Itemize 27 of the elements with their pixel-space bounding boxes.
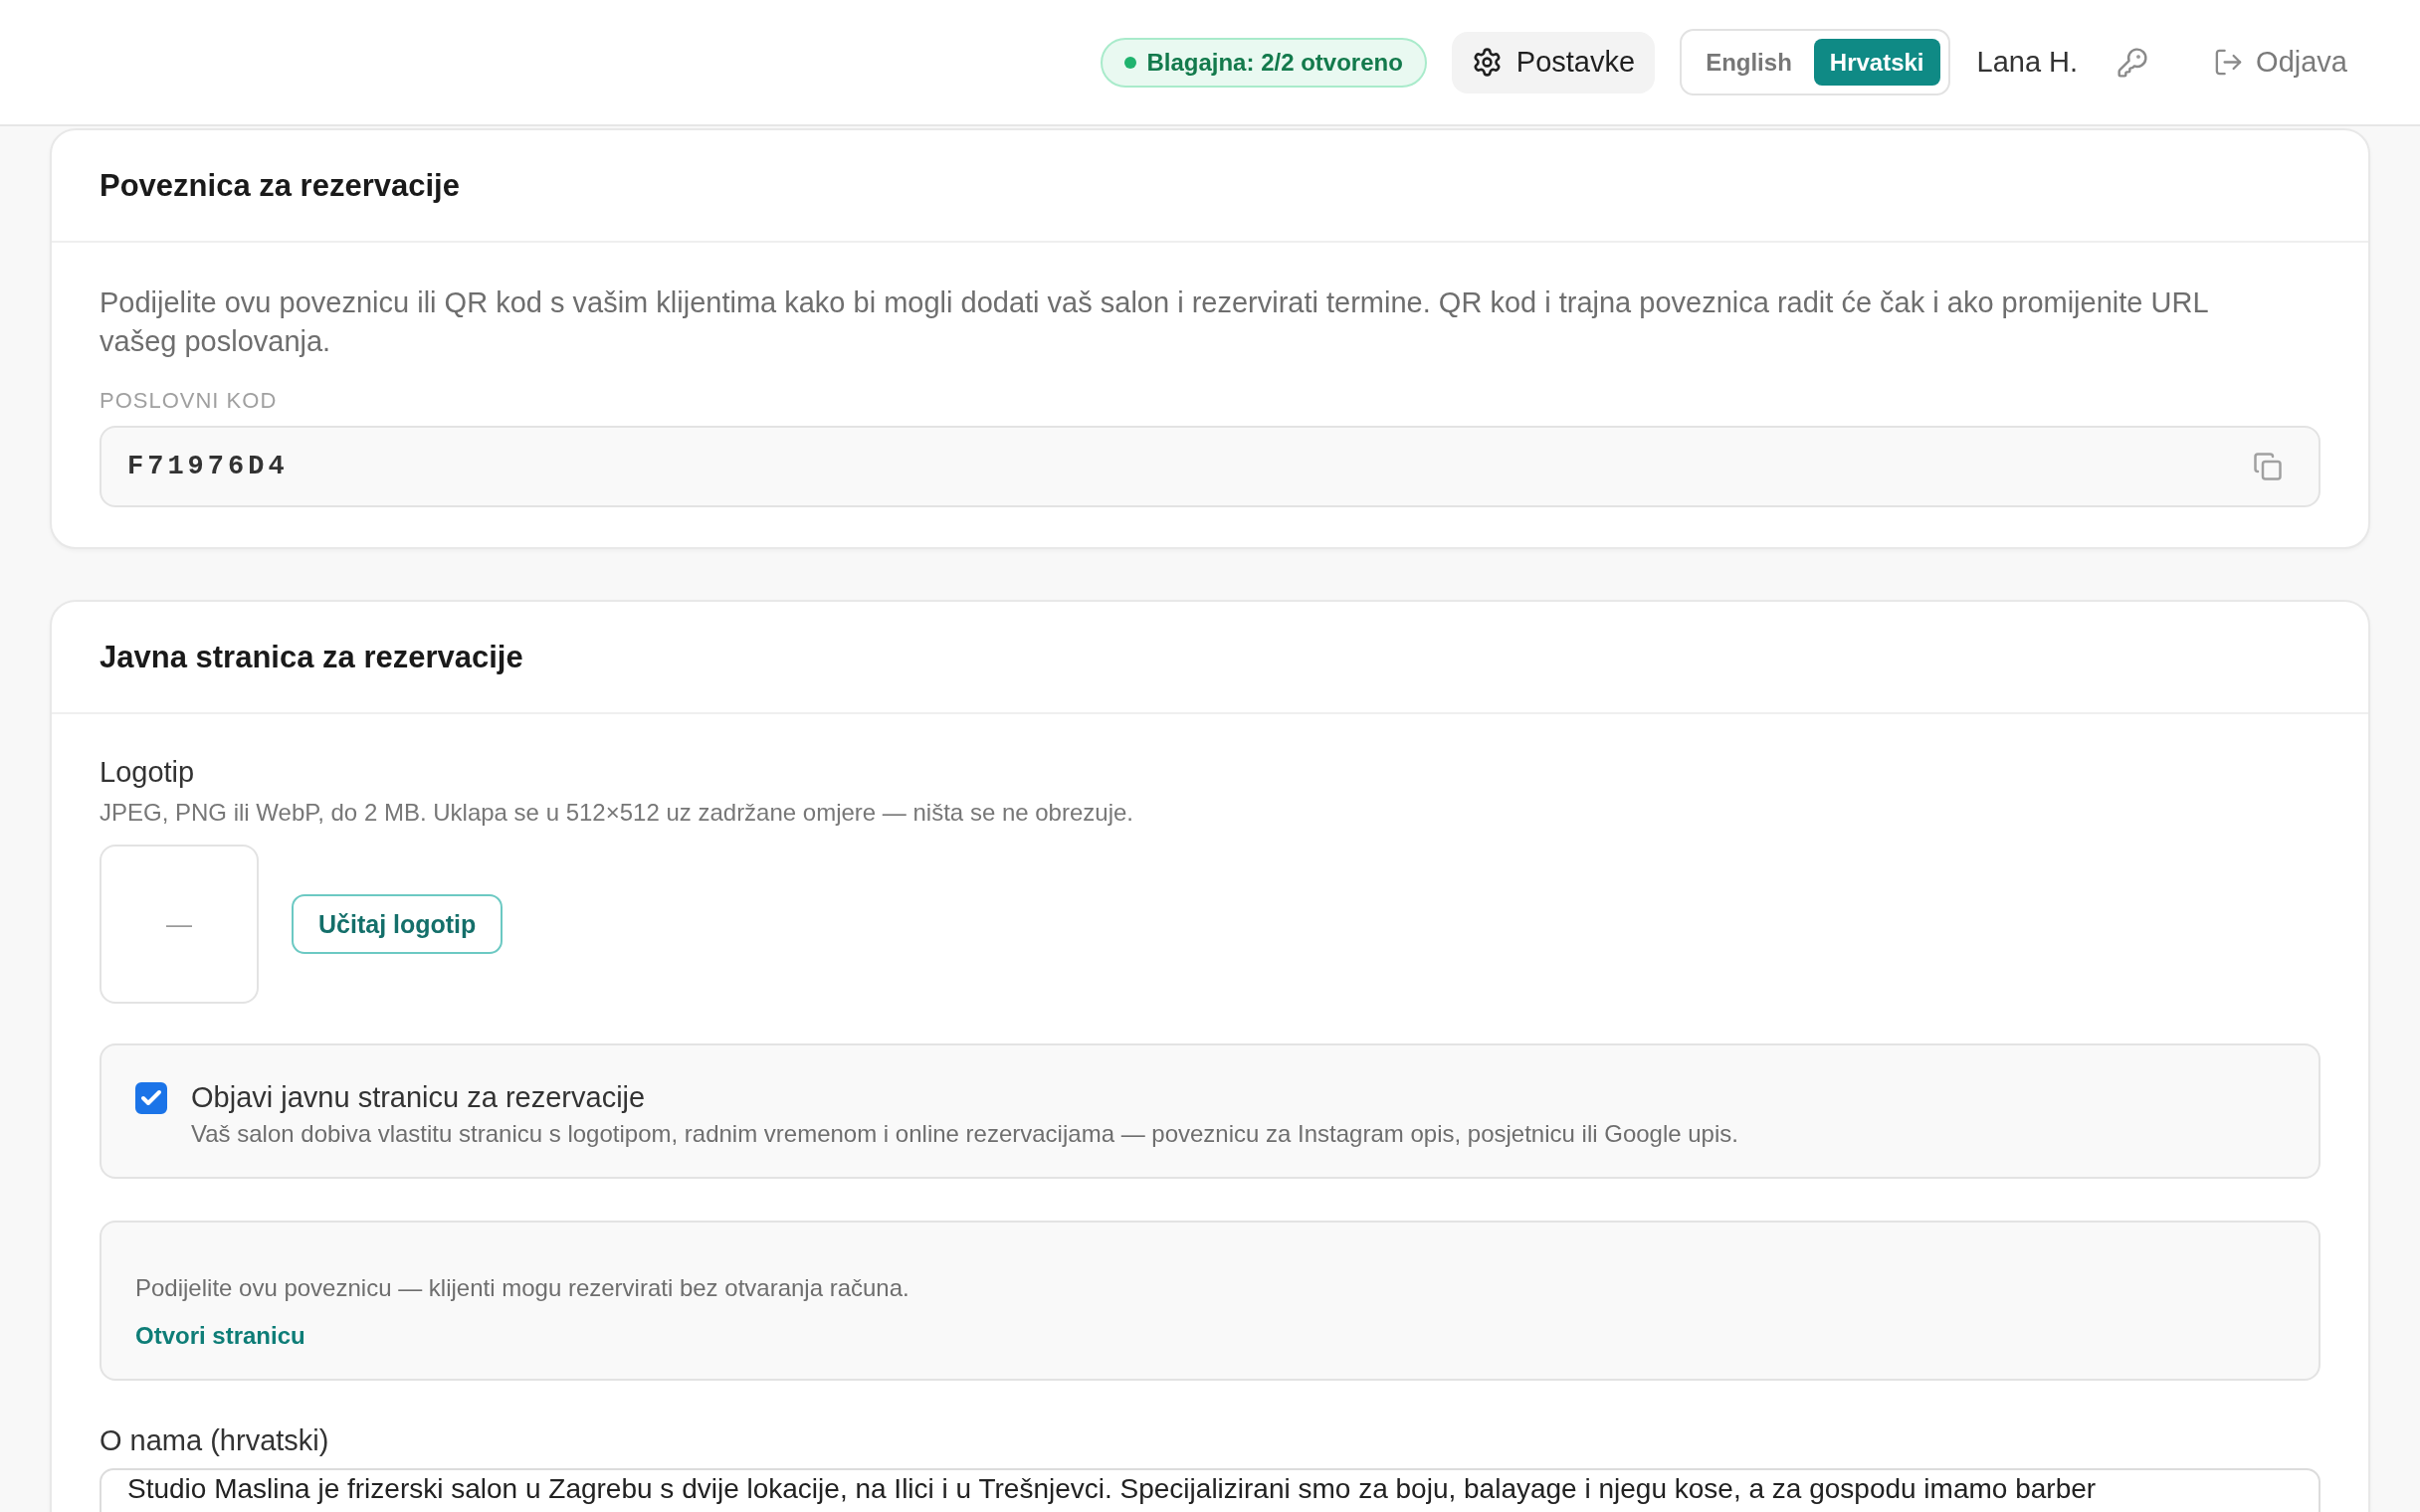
field-label: O nama (hrvatski) bbox=[100, 1423, 330, 1458]
logo-preview: — bbox=[100, 845, 259, 1004]
status-dot-icon bbox=[1124, 56, 1137, 69]
about-textarea[interactable]: Studio Maslina je frizerski salon u Zagrebu s dvije lokacije, na Ilici i u Trešnjevci. Specijalizirani smo za boju, balayage i njegu kose, a za gospodu imamo barber bbox=[100, 1468, 2320, 1512]
checkbox-label: Objavi javnu stranicu za rezervacije bbox=[191, 1080, 647, 1115]
language-tab[interactable]: Hrvatski bbox=[1813, 39, 1940, 86]
checkbox-description: Vaš salon dobiva vlastitu stranicu s logotipom, radnim vremenom i online rezervacijama — poveznicu za Instagram opis, posjetnicu ili Google upis. bbox=[191, 1119, 1738, 1149]
copy-button[interactable] bbox=[2253, 452, 2283, 481]
logout-button[interactable]: Odjava bbox=[2213, 46, 2347, 79]
checkbox[interactable] bbox=[135, 1082, 167, 1114]
card-description: Podijelite ovu poveznicu ili QR kod s vašim klijentima kako bi mogli dodati vaš salon i rezervirati termine. QR kod i trajna poveznica radit će čak i ako promijenite URL vašeg poslovanja. bbox=[100, 285, 2209, 359]
field-label: POSLOVNI KOD bbox=[100, 388, 279, 414]
key-button[interactable] bbox=[2117, 46, 2149, 79]
status-label: Blagajna: 2/2 otvoreno bbox=[1146, 48, 1403, 77]
open-page-link[interactable]: Otvori stranicu bbox=[135, 1319, 305, 1352]
upload-logo-button[interactable]: Učitaj logotip bbox=[292, 894, 504, 954]
business-code: F71976D4 bbox=[127, 452, 289, 481]
card-title: Poveznica za rezervacije bbox=[100, 167, 460, 204]
settings-button[interactable]: Postavke bbox=[1451, 31, 1656, 94]
language-tab[interactable]: English bbox=[1690, 39, 1808, 86]
field-hint: JPEG, PNG ili WebP, do 2 MB. Uklapa se u 512×512 uz zadržane omjere — ništa se ne obrezuje. bbox=[100, 798, 1134, 828]
key-icon bbox=[2117, 46, 2149, 79]
user-name: Lana H. bbox=[1976, 46, 2079, 79]
field-label: Logotip bbox=[100, 755, 196, 790]
share-text: Podijelite ovu poveznicu — klijenti mogu rezervirati bez otvaranja računa. bbox=[135, 1273, 909, 1303]
copy-icon bbox=[2253, 452, 2283, 481]
card-title: Javna stranica za rezervacije bbox=[100, 639, 523, 675]
